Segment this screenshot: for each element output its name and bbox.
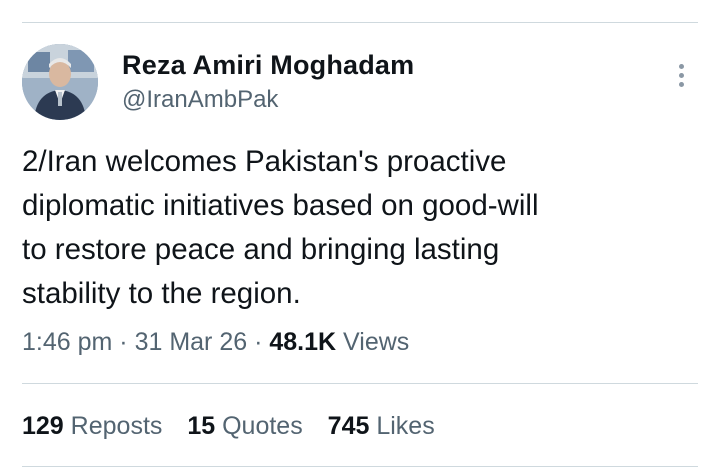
author-handle[interactable]: @IranAmbPak <box>122 86 278 114</box>
avatar-photo <box>22 44 98 120</box>
author-name[interactable]: Reza Amiri Moghadam <box>122 50 414 81</box>
tweet-date[interactable]: 31 Mar 26 <box>135 328 248 356</box>
quotes-stat[interactable]: 15 Quotes <box>187 412 302 441</box>
views-label: Views <box>343 328 410 356</box>
likes-stat[interactable]: 745 Likes <box>328 412 435 441</box>
likes-count: 745 <box>327 412 370 440</box>
more-options-icon[interactable] <box>672 62 692 90</box>
reposts-stat[interactable]: 129 Reposts <box>22 412 162 441</box>
quotes-label: Quotes <box>222 412 303 440</box>
top-divider <box>22 22 698 23</box>
quotes-count: 15 <box>187 412 216 440</box>
tweet-meta: 1:46 pm · 31 Mar 26 · 48.1K Views <box>22 328 409 357</box>
tweet-time[interactable]: 1:46 pm <box>22 328 112 356</box>
meta-separator: · <box>254 328 263 356</box>
reposts-label: Reposts <box>70 412 163 440</box>
stats-divider-top <box>22 383 698 384</box>
avatar[interactable] <box>22 44 98 120</box>
stats-divider-bottom <box>22 466 698 467</box>
tweet-text: 2/Iran welcomes Pakistan's proactive dip… <box>22 145 539 310</box>
views-count: 48.1K <box>269 328 337 356</box>
likes-label: Likes <box>376 412 435 440</box>
meta-separator: · <box>119 328 128 356</box>
engagement-stats: 129 Reposts 15 Quotes 745 Likes <box>22 412 453 441</box>
reposts-count: 129 <box>22 412 64 440</box>
